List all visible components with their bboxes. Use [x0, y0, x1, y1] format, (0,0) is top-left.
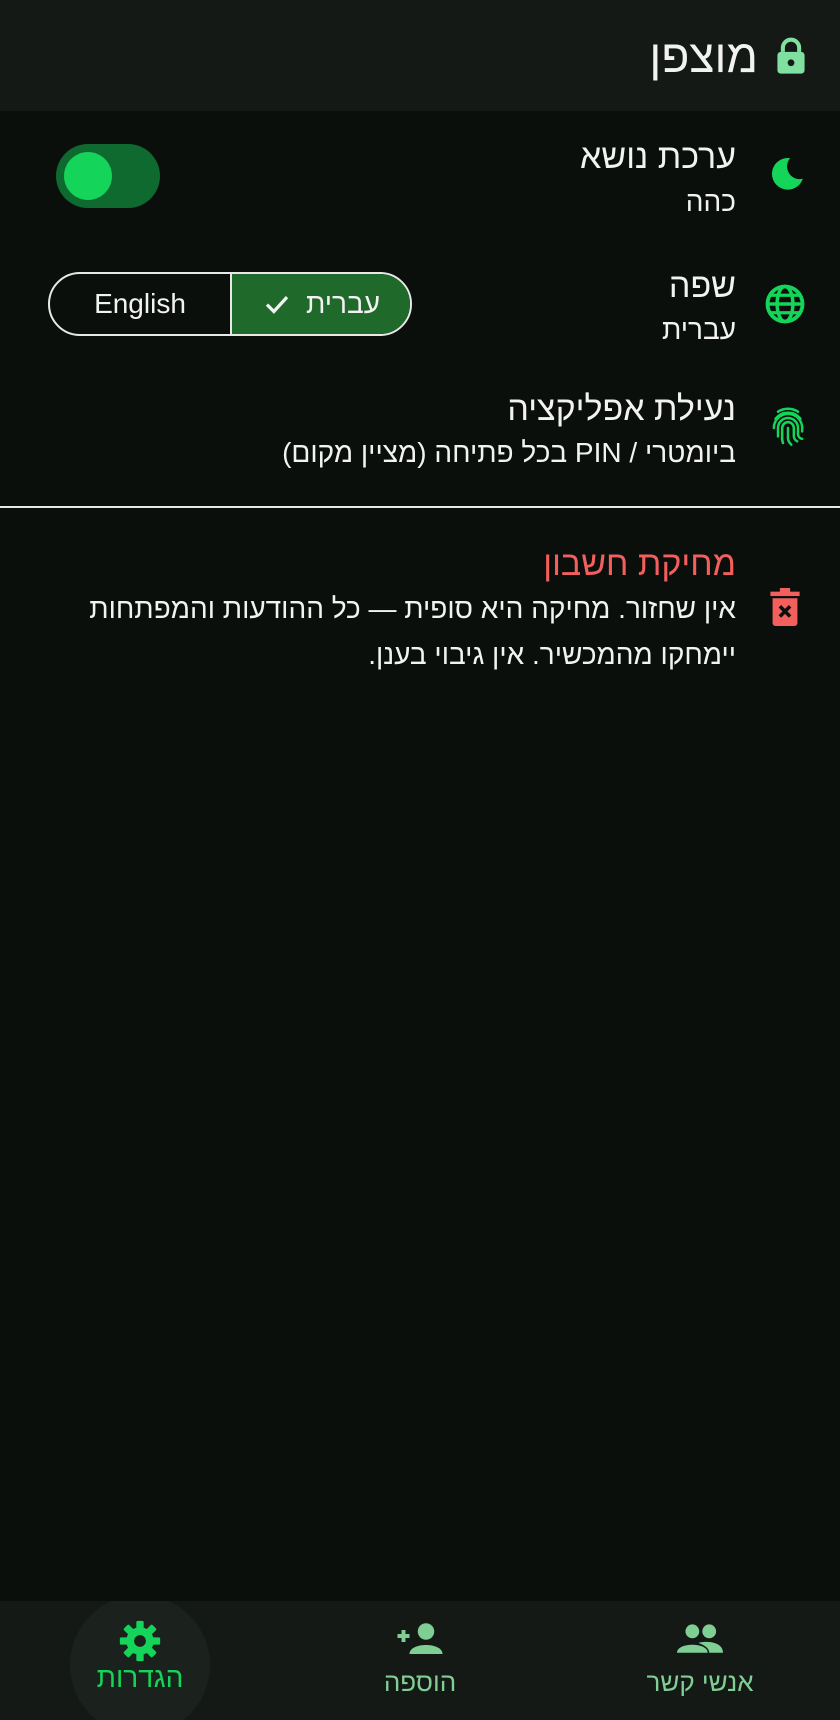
bottom-navigation: אנשי קשר הוספה הגדרות: [0, 1601, 840, 1720]
dark-theme-toggle[interactable]: [56, 144, 160, 208]
theme-subtitle: כהה: [685, 186, 736, 217]
settings-gear-icon: [119, 1620, 161, 1662]
language-segmented-control: English עברית: [48, 272, 412, 336]
section-divider: [0, 506, 840, 508]
theme-title: ערכת נושא: [580, 138, 736, 176]
settings-screen: מוצפן ערכת נושא כהה שפה עברית English עב…: [0, 0, 840, 1720]
moon-icon: [771, 157, 803, 190]
language-option-hebrew-label: עברית: [305, 288, 381, 319]
top-app-bar: מוצפן: [0, 0, 840, 111]
lock-icon: [777, 37, 805, 74]
fingerprint-icon: [772, 407, 804, 446]
delete-account-warning: אין שחזור. מחיקה היא סופית — כל ההודעות …: [89, 593, 736, 670]
check-icon: [265, 296, 289, 314]
delete-account-title: מחיקת חשבון: [543, 545, 736, 583]
language-option-english[interactable]: English: [50, 274, 230, 334]
nav-contacts-label: אנשי קשר: [646, 1667, 754, 1697]
trash-icon: [770, 588, 800, 626]
language-option-hebrew[interactable]: עברית: [229, 274, 410, 334]
app-lock-subtitle: ביומטרי / PIN בכל פתיחה (מציין מקום): [282, 437, 736, 468]
nav-settings-label: הגדרות: [96, 1662, 184, 1693]
toggle-knob: [64, 152, 112, 200]
nav-settings[interactable]: הגדרות: [0, 1601, 280, 1720]
globe-icon: [765, 284, 805, 324]
contacts-icon: [677, 1624, 723, 1653]
nav-add-label: הוספה: [383, 1667, 457, 1697]
add-person-icon: [397, 1623, 443, 1654]
language-title: שפה: [668, 267, 736, 305]
language-subtitle: עברית: [661, 314, 736, 345]
app-title: מוצפן: [649, 30, 758, 82]
nav-contacts[interactable]: אנשי קשר: [560, 1601, 840, 1720]
nav-add[interactable]: הוספה: [280, 1601, 560, 1720]
app-lock-title: נעילת אפליקציה: [507, 390, 736, 428]
